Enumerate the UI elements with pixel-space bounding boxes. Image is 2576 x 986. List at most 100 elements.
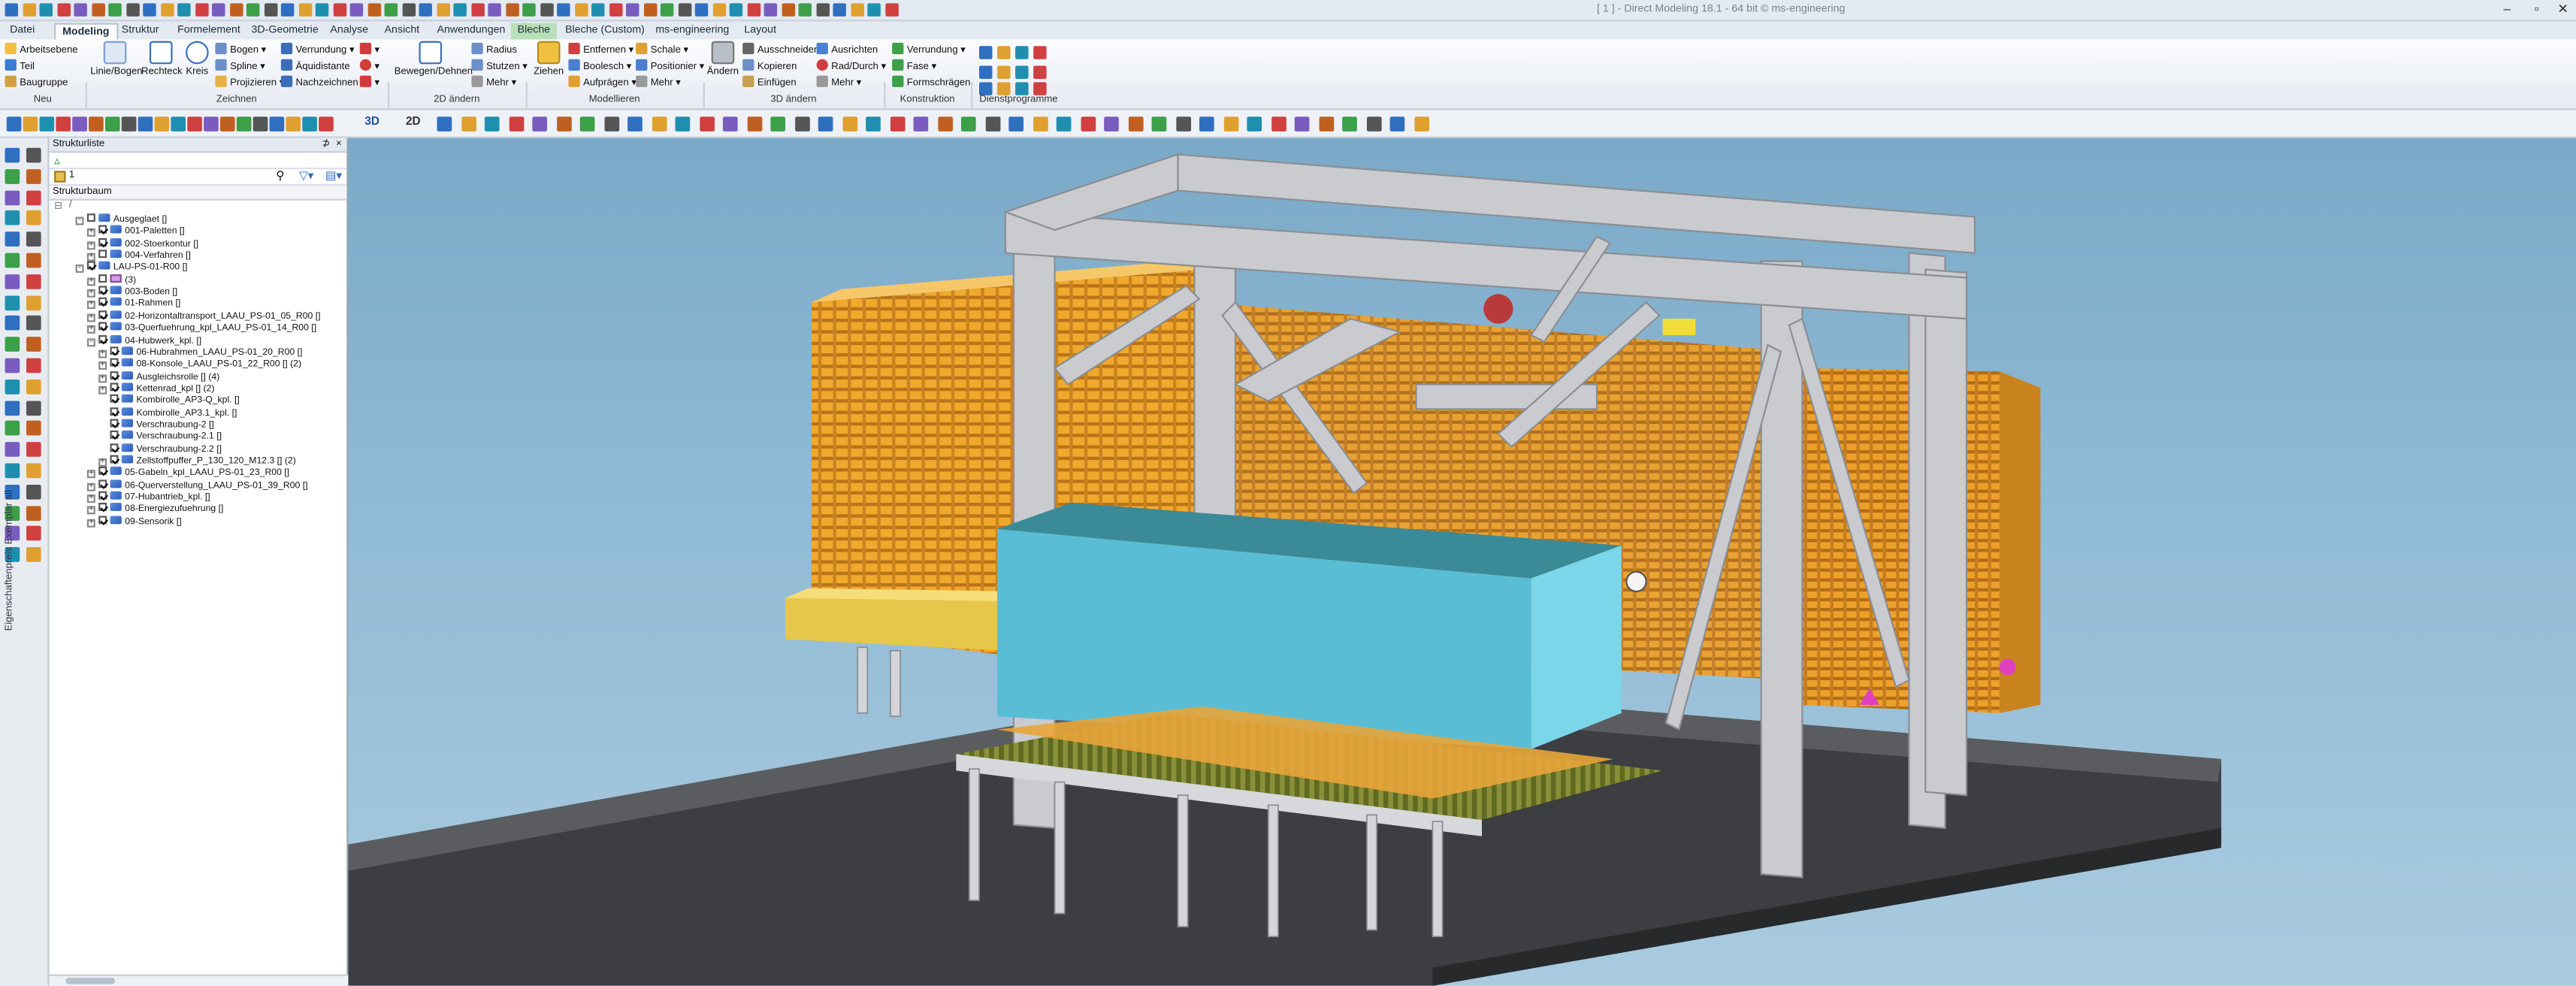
utility-tool-icon[interactable] [979, 65, 993, 79]
quick-tool-icon[interactable] [246, 3, 260, 17]
view-tool-icon[interactable] [1271, 116, 1286, 132]
arbeitsebene-button[interactable]: Arbeitsebene [5, 42, 78, 58]
side-tool-icon[interactable] [5, 379, 20, 395]
visibility-checkbox[interactable] [98, 334, 107, 343]
view-tool-icon[interactable] [1127, 116, 1143, 132]
linie-bogen-button[interactable]: Linie/Bogen [90, 41, 143, 77]
tab-anwendungen[interactable]: Anwendungen [431, 23, 512, 40]
expand-toggle-icon[interactable]: + [86, 253, 95, 262]
list-view-icon[interactable]: ▤▾ [325, 169, 342, 182]
quick-tool-icon[interactable] [263, 3, 277, 17]
view-tool-icon[interactable] [1389, 116, 1405, 132]
expand-toggle-icon[interactable]: + [98, 349, 107, 358]
visibility-checkbox[interactable] [110, 443, 119, 452]
draw-tool-3[interactable]: ▾ [359, 75, 379, 91]
file-tool-icon[interactable] [39, 116, 55, 132]
view-3d-button[interactable]: 3D [364, 116, 379, 128]
visibility-checkbox[interactable] [110, 407, 119, 416]
quick-tool-icon[interactable] [56, 3, 70, 17]
ziehen-button[interactable]: Ziehen [531, 41, 567, 77]
quick-tool-icon[interactable] [332, 3, 346, 17]
quick-tool-icon[interactable] [5, 3, 19, 17]
view-tool-icon[interactable] [1080, 116, 1096, 132]
view-tool-icon[interactable] [889, 116, 905, 132]
fase-button[interactable]: Fase ▾ [892, 59, 936, 74]
quick-tool-icon[interactable] [470, 3, 484, 17]
side-tool-icon[interactable] [5, 421, 20, 437]
draw-tool-2[interactable]: ▾ [359, 59, 379, 74]
view-tool-icon[interactable] [1318, 116, 1334, 132]
mehr-3d-button[interactable]: Mehr ▾ [816, 75, 861, 91]
view-tool-icon[interactable] [437, 116, 452, 132]
kopieren-button[interactable]: Kopieren [742, 59, 797, 74]
file-tool-icon[interactable] [302, 116, 317, 132]
rechteck-button[interactable]: Rechteck [141, 41, 183, 77]
tree-row[interactable]: - LAU-PS-01-R00 [] [75, 262, 188, 274]
side-tool-icon[interactable] [5, 253, 20, 268]
view-tool-icon[interactable] [1175, 116, 1190, 132]
tree-row[interactable]: Kombirolle_AP3-Q_kpl. [] [98, 395, 240, 407]
view-tool-icon[interactable] [579, 116, 595, 132]
visibility-checkbox[interactable] [98, 298, 107, 307]
quick-tool-icon[interactable] [74, 3, 87, 17]
utility-tool-icon[interactable] [997, 65, 1011, 79]
side-tool-icon[interactable] [26, 295, 41, 310]
side-tool-icon[interactable] [26, 253, 41, 268]
utility-tool-icon[interactable] [1033, 65, 1047, 79]
quick-tool-icon[interactable] [419, 3, 432, 17]
visibility-checkbox[interactable] [98, 467, 107, 476]
view-tool-icon[interactable] [770, 116, 786, 132]
view-tool-icon[interactable] [960, 116, 976, 132]
tab-analyse[interactable]: Analyse [324, 23, 375, 40]
side-tool-icon[interactable] [26, 337, 41, 352]
tab-formelement[interactable]: Formelement [171, 23, 246, 40]
ausschneiden-button[interactable]: Ausschneiden [742, 42, 819, 58]
side-tool-icon[interactable] [26, 168, 41, 184]
tab-datei[interactable]: Datei [3, 23, 41, 40]
view-tool-icon[interactable] [1104, 116, 1119, 132]
pin-icon[interactable]: ⊅ [322, 138, 330, 153]
view-tool-icon[interactable] [1342, 116, 1357, 132]
side-tool-icon[interactable] [5, 442, 20, 458]
quick-tool-icon[interactable] [746, 3, 760, 17]
view-tool-icon[interactable] [818, 116, 833, 132]
expand-toggle-icon[interactable]: + [98, 373, 107, 383]
aendern-button[interactable]: Ändern [706, 41, 739, 77]
quick-tool-icon[interactable] [781, 3, 795, 17]
quick-tool-icon[interactable] [557, 3, 570, 17]
visibility-checkbox[interactable] [110, 419, 119, 428]
utility-tool-icon[interactable] [979, 46, 993, 59]
tree-row[interactable]: +003-Boden [] [86, 286, 177, 298]
expand-toggle-icon[interactable]: + [86, 470, 95, 479]
file-tool-icon[interactable] [219, 116, 235, 132]
side-tool-icon[interactable] [5, 210, 20, 226]
maximize-icon[interactable]: ▫ [2526, 2, 2546, 18]
tree-horizontal-scrollbar[interactable] [49, 974, 349, 986]
view-tool-icon[interactable] [1056, 116, 1072, 132]
file-tool-icon[interactable] [56, 116, 71, 132]
quick-tool-icon[interactable] [143, 3, 156, 17]
visibility-checkbox[interactable] [110, 395, 119, 404]
expand-toggle-icon[interactable]: + [86, 494, 95, 504]
quick-tool-icon[interactable] [91, 3, 104, 17]
view-tool-icon[interactable] [1033, 116, 1048, 132]
side-tool-icon[interactable] [26, 442, 41, 458]
file-tool-icon[interactable] [269, 116, 285, 132]
side-tool-icon[interactable] [26, 274, 41, 289]
expand-toggle-icon[interactable]: + [86, 301, 95, 310]
verrundung-3d-button[interactable]: Verrundung ▾ [892, 42, 966, 58]
side-tool-icon[interactable] [5, 231, 20, 247]
view-tool-icon[interactable] [1151, 116, 1167, 132]
view-tool-icon[interactable] [627, 116, 642, 132]
view-tool-icon[interactable] [746, 116, 762, 132]
tree-row[interactable]: - 04-Hubwerk_kpl. [] [86, 334, 201, 346]
view-tool-icon[interactable] [1008, 116, 1024, 132]
quick-tool-icon[interactable] [367, 3, 381, 17]
quick-tool-icon[interactable] [642, 3, 657, 17]
entfernen-button[interactable]: Entfernen ▾ [568, 42, 633, 58]
side-tool-icon[interactable] [26, 147, 41, 163]
side-tool-icon[interactable] [5, 400, 20, 416]
tree-row[interactable]: + Ausgleichsrolle [] (4) [98, 371, 219, 383]
aequidistante-button[interactable]: Äquidistante [280, 59, 350, 74]
side-tool-icon[interactable] [26, 505, 41, 521]
